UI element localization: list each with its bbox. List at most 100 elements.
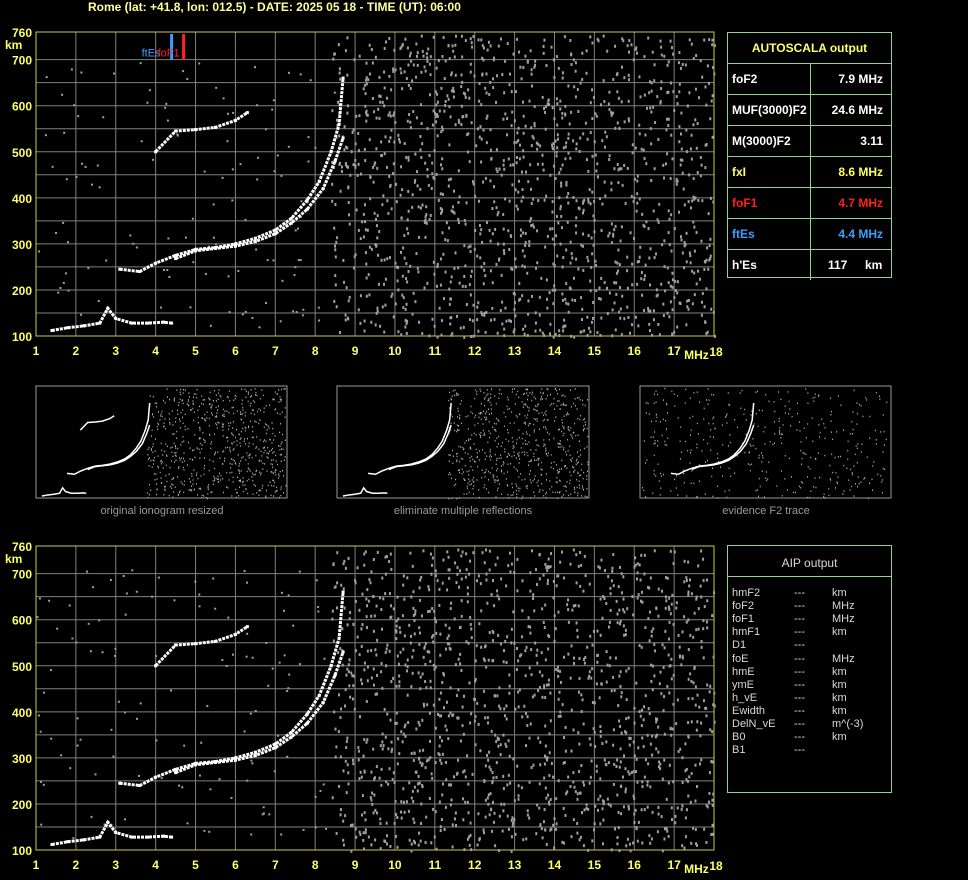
noise-dot — [448, 454, 450, 456]
noise-dot — [556, 389, 558, 392]
trace-point — [170, 321, 174, 325]
noise-dot — [837, 455, 839, 458]
noise-dot — [166, 480, 168, 483]
noise-dot — [626, 166, 629, 170]
noise-dot — [469, 833, 472, 837]
noise-dot — [464, 451, 466, 454]
noise-dot — [544, 127, 547, 131]
noise-dot — [812, 397, 814, 399]
noise-dot — [340, 583, 343, 587]
noise-dot — [276, 486, 278, 489]
trace-point — [213, 639, 217, 643]
noise-dot — [586, 137, 589, 141]
noise-dot — [468, 470, 470, 472]
noise-dot — [279, 445, 281, 448]
noise-dot — [427, 585, 430, 589]
noise-dot — [347, 663, 350, 667]
noise-dot — [640, 645, 643, 649]
noise-dot — [629, 849, 632, 853]
noise-dot — [258, 448, 260, 451]
noise-dot — [171, 487, 173, 489]
x-tick-label: 6 — [232, 344, 239, 358]
noise-dot — [614, 44, 617, 48]
noise-dot — [176, 134, 179, 137]
noise-dot — [694, 87, 697, 91]
noise-dot — [419, 839, 422, 843]
noise-dot — [511, 267, 514, 271]
noise-dot — [533, 452, 535, 455]
noise-dot — [267, 457, 269, 459]
noise-dot — [239, 486, 241, 488]
noise-dot — [486, 221, 489, 225]
noise-dot — [577, 434, 579, 437]
noise-dot — [260, 460, 262, 462]
noise-dot — [444, 724, 447, 728]
noise-dot — [590, 320, 593, 324]
noise-dot — [488, 228, 491, 232]
noise-dot — [667, 124, 670, 128]
noise-dot — [407, 809, 410, 813]
noise-dot — [508, 440, 510, 443]
noise-dot — [645, 402, 647, 404]
noise-dot — [389, 136, 392, 140]
noise-dot — [563, 448, 565, 451]
noise-dot — [643, 93, 646, 97]
noise-dot — [558, 400, 560, 402]
noise-dot — [411, 564, 414, 568]
noise-dot — [676, 325, 679, 329]
noise-dot — [504, 59, 507, 63]
noise-dot — [496, 437, 498, 439]
noise-dot — [473, 432, 475, 435]
noise-dot — [370, 676, 373, 680]
noise-dot — [559, 99, 562, 103]
noise-dot — [513, 119, 516, 123]
thumbnail-frame — [639, 385, 892, 499]
noise-dot — [193, 469, 195, 471]
noise-dot — [518, 451, 520, 454]
noise-dot — [397, 662, 400, 666]
noise-dot — [446, 588, 449, 592]
noise-dot — [453, 55, 456, 59]
noise-dot — [218, 405, 220, 407]
noise-dot — [819, 431, 821, 434]
noise-dot — [573, 431, 575, 434]
noise-dot — [174, 461, 176, 463]
noise-dot — [271, 463, 273, 466]
noise-dot — [671, 593, 674, 597]
noise-dot — [659, 101, 662, 105]
noise-dot — [244, 218, 247, 221]
noise-dot — [488, 549, 491, 553]
noise-dot — [414, 300, 417, 304]
noise-dot — [574, 469, 576, 472]
noise-dot — [489, 448, 491, 451]
noise-dot — [536, 177, 539, 181]
noise-dot — [597, 297, 600, 301]
noise-dot — [680, 663, 683, 667]
noise-dot — [363, 738, 366, 742]
noise-dot — [576, 486, 578, 489]
noise-dot — [478, 450, 480, 452]
noise-dot — [231, 199, 234, 202]
y-tick-label: 300 — [12, 238, 32, 252]
noise-dot — [468, 681, 471, 685]
noise-dot — [398, 626, 401, 630]
noise-dot — [639, 599, 642, 603]
noise-dot — [623, 754, 626, 758]
noise-dot — [546, 568, 549, 572]
noise-dot — [571, 460, 573, 462]
noise-dot — [333, 710, 336, 714]
noise-dot — [636, 201, 639, 205]
noise-dot — [207, 497, 209, 500]
noise-dot — [653, 402, 655, 405]
noise-dot — [154, 655, 157, 658]
noise-dot — [711, 614, 714, 618]
noise-dot — [165, 464, 167, 466]
noise-dot — [458, 626, 461, 630]
noise-dot — [628, 39, 631, 43]
noise-dot — [851, 472, 853, 474]
noise-dot — [557, 491, 559, 493]
noise-dot — [157, 411, 159, 413]
noise-dot — [551, 210, 554, 214]
noise-dot — [575, 147, 578, 151]
noise-dot — [636, 577, 639, 581]
